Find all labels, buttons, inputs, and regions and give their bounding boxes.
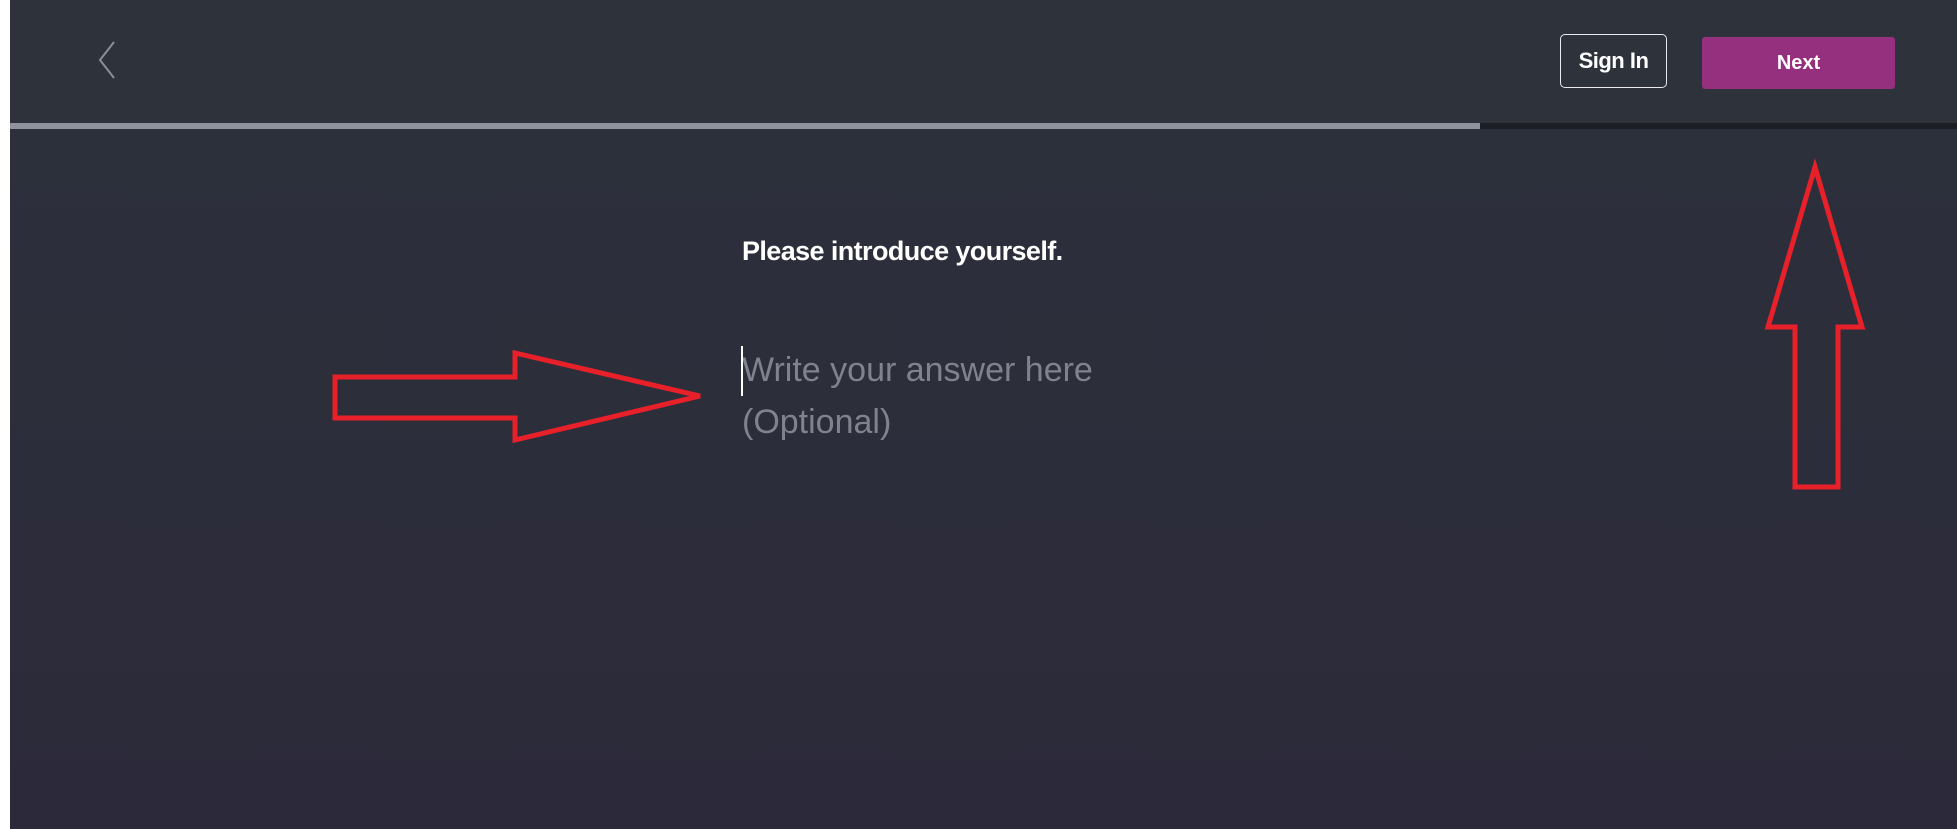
progress-bar: [10, 123, 1957, 129]
text-caret: [741, 346, 743, 396]
back-button[interactable]: [92, 36, 122, 84]
next-button[interactable]: Next: [1702, 37, 1895, 89]
chevron-left-icon: [98, 41, 115, 79]
form-page: Sign In Next Please introduce yourself.: [10, 0, 1957, 829]
up-arrow-icon: [1764, 158, 1866, 490]
top-bar: Sign In Next: [10, 0, 1957, 125]
sign-in-button[interactable]: Sign In: [1560, 34, 1667, 88]
question-title: Please introduce yourself.: [742, 236, 1063, 266]
right-arrow-icon: [332, 349, 701, 444]
answer-input[interactable]: [742, 344, 1302, 464]
progress-bar-fill: [10, 123, 1480, 129]
